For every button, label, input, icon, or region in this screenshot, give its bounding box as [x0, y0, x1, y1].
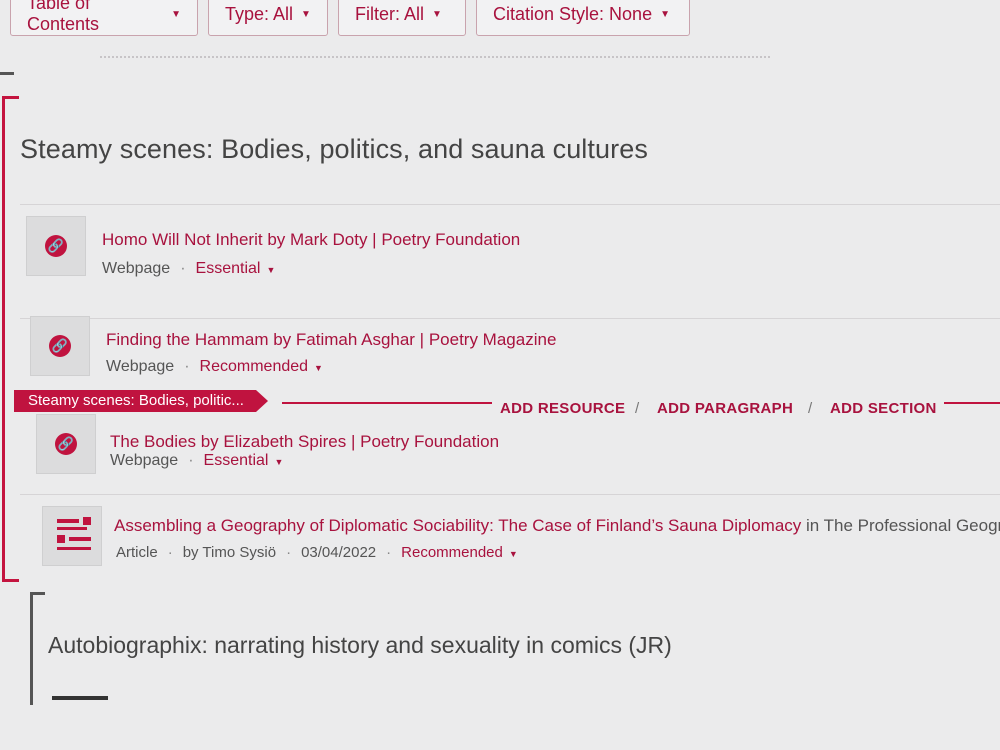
truncated-previous-item: [100, 56, 770, 64]
resource-title-link[interactable]: Finding the Hammam by Fatimah Asghar | P…: [106, 330, 556, 350]
article-icon: [42, 506, 102, 566]
caret-down-icon: ▼: [301, 8, 311, 20]
separator: /: [808, 400, 813, 417]
importance-dropdown[interactable]: Essential: [196, 260, 261, 277]
resource-title-link: Assembling a Geography of Diplomatic Soc…: [114, 516, 1000, 536]
caret-down-icon: ▼: [266, 265, 276, 275]
caret-down-icon: ▼: [660, 8, 670, 20]
link-icon: 🔗: [49, 335, 71, 357]
resource-type: Webpage: [102, 260, 171, 277]
resource-meta: Webpage · Recommended ▼: [106, 358, 323, 375]
resource-meta: Webpage · Essential ▼: [102, 260, 276, 277]
article-source: in The Professional Geograp: [806, 516, 1000, 535]
resource-date: 03/04/2022: [301, 544, 377, 561]
table-of-contents-dropdown[interactable]: Table of Contents ▼: [10, 0, 198, 36]
caret-down-icon: ▼: [314, 363, 323, 373]
divider-tick: [0, 72, 14, 75]
resource-title-link[interactable]: The Bodies by Elizabeth Spires | Poetry …: [110, 432, 499, 452]
resource-type-icon: 🔗: [36, 414, 96, 474]
section-title[interactable]: Steamy scenes: Bodies, politics, and sau…: [20, 134, 648, 165]
resource-type-icon: 🔗: [30, 316, 90, 376]
article-title-link[interactable]: Assembling a Geography of Diplomatic Soc…: [114, 516, 801, 535]
resource-type: Webpage: [106, 358, 175, 375]
section-underline: [52, 696, 108, 700]
resource-meta: Webpage · Essential ▼: [110, 452, 284, 469]
insert-line: [282, 402, 492, 404]
caret-down-icon: ▼: [171, 8, 181, 20]
importance-dropdown[interactable]: Essential: [204, 452, 269, 469]
table-of-contents-label: Table of Contents: [27, 0, 100, 34]
resource-meta: Article · by Timo Sysiö · 03/04/2022 · Recomme…: [116, 544, 518, 561]
insert-bar: Steamy scenes: Bodies, politic... ADD RE…: [14, 390, 1000, 417]
link-icon: 🔗: [55, 433, 77, 455]
citation-style-dropdown[interactable]: Citation Style: None ▼: [476, 0, 690, 36]
add-section-button[interactable]: ADD SECTION: [830, 400, 937, 417]
importance-dropdown[interactable]: Recommended: [200, 358, 309, 375]
filter-dropdown[interactable]: Filter: All ▼: [338, 0, 466, 36]
divider: [20, 318, 1000, 319]
filter-label: Filter: All: [355, 3, 425, 24]
separator: /: [635, 400, 640, 417]
section-title[interactable]: Autobiographix: narrating history and se…: [48, 632, 672, 659]
type-filter-dropdown[interactable]: Type: All ▼: [208, 0, 328, 36]
citation-style-label: Citation Style: None: [493, 3, 653, 24]
section-bracket: [30, 592, 45, 705]
divider: [20, 204, 1000, 205]
caret-down-icon: ▼: [432, 8, 442, 20]
insert-line: [944, 402, 1000, 404]
importance-dropdown[interactable]: Recommended: [401, 544, 503, 561]
link-icon: 🔗: [45, 235, 67, 257]
caret-down-icon: ▼: [508, 549, 518, 559]
add-resource-button[interactable]: ADD RESOURCE: [500, 400, 625, 417]
type-filter-label: Type: All: [225, 3, 294, 24]
resource-type: Article: [116, 544, 158, 561]
divider: [20, 494, 1000, 495]
toolbar: Table of Contents ▼ Type: All ▼ Filter: …: [10, 0, 690, 36]
section-insert-tab: Steamy scenes: Bodies, politic...: [14, 390, 268, 412]
section-bracket: [2, 96, 19, 582]
add-paragraph-button[interactable]: ADD PARAGRAPH: [657, 400, 793, 417]
resource-type-icon: 🔗: [26, 216, 86, 276]
resource-type: Webpage: [110, 452, 179, 469]
caret-down-icon: ▼: [274, 457, 284, 467]
resource-title-link[interactable]: Homo Will Not Inherit by Mark Doty | Poe…: [102, 230, 520, 250]
resource-author: by Timo Sysiö: [182, 544, 277, 561]
